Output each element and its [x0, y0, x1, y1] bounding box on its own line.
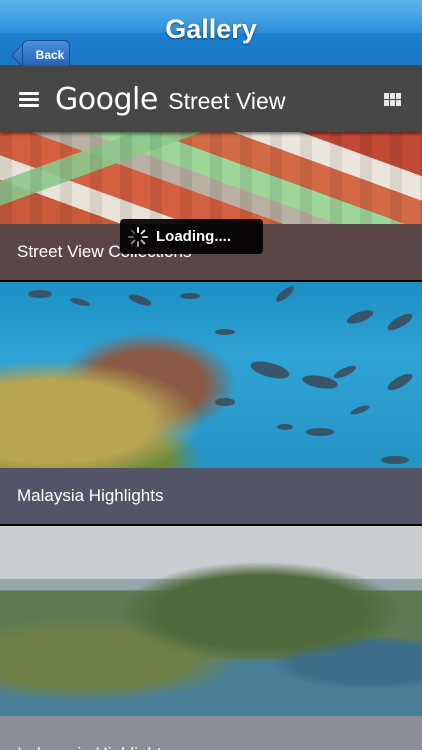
gallery-card-image: [0, 526, 422, 716]
brand-logo: Google Street View: [55, 82, 285, 117]
top-navigation-bar: Back Gallery: [0, 0, 422, 70]
brand-google: Google: [55, 82, 158, 117]
brand-product-name: Street View: [168, 88, 286, 114]
gallery-card-label: Indonesia Highlights: [0, 716, 422, 750]
grid-view-icon[interactable]: [384, 93, 401, 107]
app-header: Google Street View: [0, 66, 422, 132]
gallery-card[interactable]: Indonesia Highlights: [0, 526, 422, 750]
spinner-icon: [128, 226, 148, 247]
gallery-card-image: [0, 132, 422, 224]
loading-text: Loading....: [156, 228, 231, 245]
gallery-card-label: Malaysia Highlights: [0, 468, 422, 524]
back-button-label: Back: [35, 48, 65, 62]
hamburger-menu-icon[interactable]: [19, 92, 39, 107]
gallery-card[interactable]: Malaysia Highlights: [0, 282, 422, 524]
gallery-card[interactable]: Street View Collections: [0, 132, 422, 280]
loading-indicator: Loading....: [120, 219, 263, 254]
fish-school-illustration: [28, 286, 413, 464]
gallery-card-image: [0, 282, 422, 468]
